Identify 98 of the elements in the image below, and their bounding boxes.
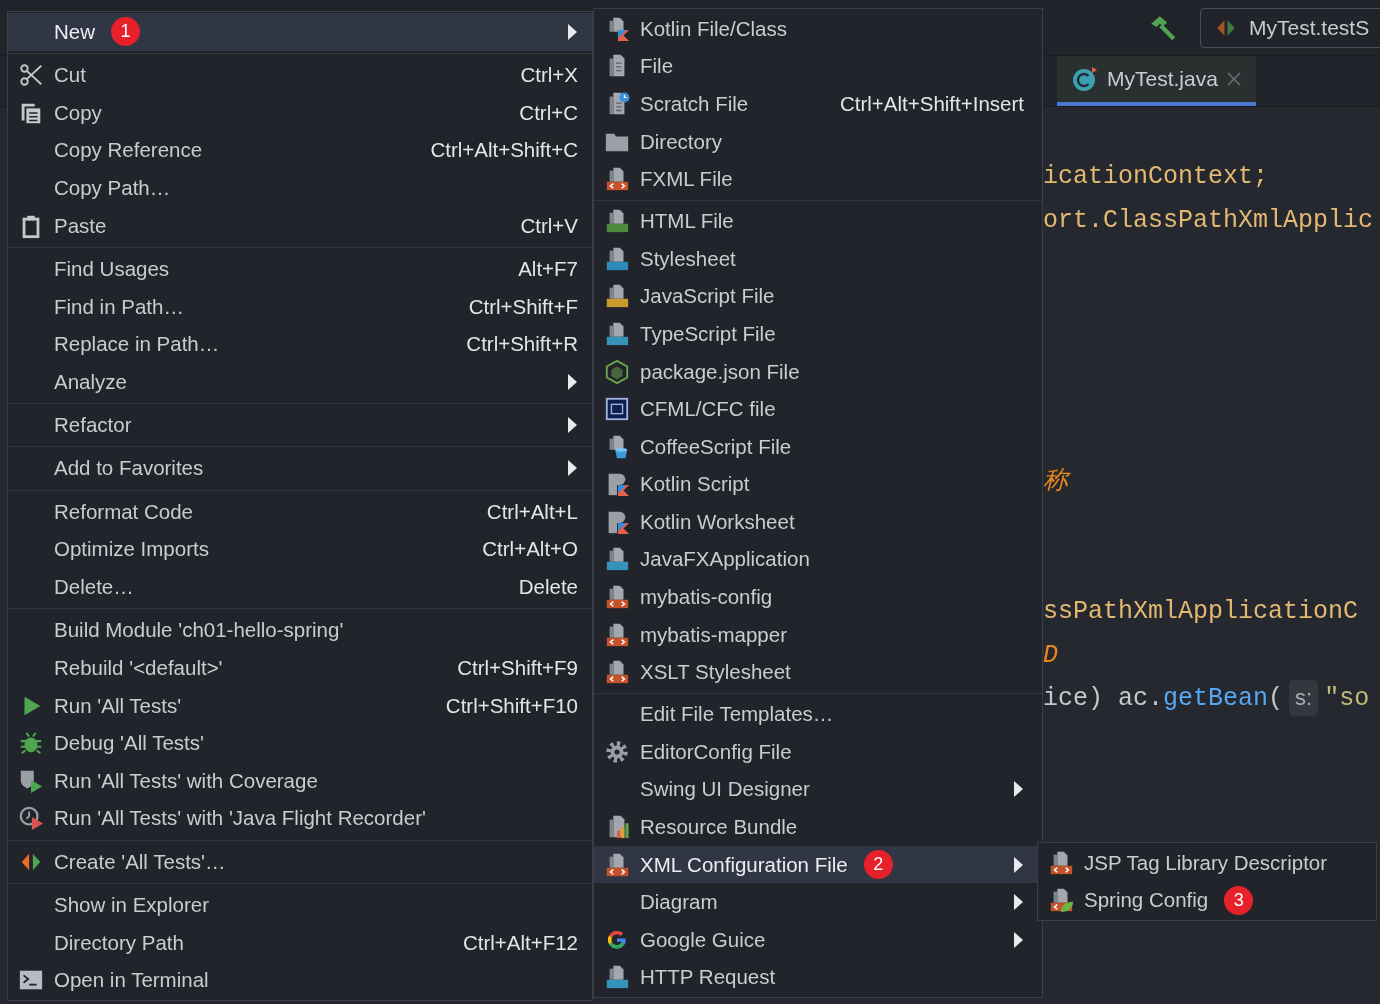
menu-item[interactable]: Cut Ctrl+X	[8, 56, 592, 94]
class-icon	[1071, 65, 1099, 93]
menu-item[interactable]: Find Usages Alt+F7	[8, 250, 592, 288]
css-file-icon	[604, 245, 630, 272]
spring-xml-icon	[1048, 887, 1074, 914]
menu-item[interactable]: Show in Explorer	[8, 886, 592, 924]
code-text: icationContext;	[1043, 162, 1269, 191]
clock-play-icon	[18, 805, 44, 832]
menu-item[interactable]: Add to Favorites	[8, 449, 592, 488]
menu-item[interactable]: Open in Terminal	[8, 961, 592, 1000]
menu-item[interactable]: Kotlin Worksheet	[594, 503, 1042, 541]
hexagon-icon	[604, 358, 630, 385]
parameter-hint: s:	[1289, 680, 1319, 716]
javafx-file-icon	[604, 546, 630, 573]
menu-item[interactable]: Google Guice	[594, 921, 1042, 959]
shortcut-text: Ctrl+Alt+Shift+C	[430, 138, 578, 163]
code-text: getBean	[1163, 684, 1269, 713]
html-file-icon	[604, 208, 630, 235]
shortcut-text: Delete	[518, 575, 578, 599]
shortcut-text: Ctrl+Alt+F12	[462, 930, 578, 955]
shortcut-text: Ctrl+Alt+Shift+Insert	[840, 92, 1024, 116]
menu-item[interactable]: Find in Path… Ctrl+Shift+F	[8, 287, 592, 326]
shortcut-text: Ctrl+X	[520, 63, 578, 88]
scissors-icon	[18, 62, 44, 89]
code-text: (	[1268, 684, 1284, 713]
menu-item[interactable]: Kotlin Script	[594, 465, 1042, 504]
menu-item[interactable]: Delete… Delete	[8, 568, 592, 606]
number-badge: 2	[863, 850, 893, 880]
menu-item[interactable]: Run 'All Tests' with Coverage	[8, 761, 592, 800]
menu-item[interactable]: CFML/CFC file	[594, 390, 1042, 428]
menu-item[interactable]: Analyze	[8, 362, 592, 401]
menu-item[interactable]: CoffeeScript File	[594, 427, 1042, 466]
menu-item[interactable]: Directory	[594, 122, 1042, 161]
menu-item[interactable]: mybatis-config	[594, 578, 1042, 616]
menu-item[interactable]: Kotlin File/Class	[594, 10, 1042, 48]
xml-file-icon	[604, 851, 630, 878]
menu-item[interactable]: mybatis-mapper	[594, 615, 1042, 654]
shortcut-text: Ctrl+Shift+F10	[445, 693, 578, 718]
xml-file-icon	[604, 621, 630, 648]
bug-icon	[18, 730, 44, 757]
menu-item[interactable]: Create 'All Tests'…	[8, 842, 592, 881]
menu-item[interactable]: HTML File	[594, 202, 1042, 240]
menu-item[interactable]: Debug 'All Tests'	[8, 724, 592, 762]
shortcut-text: Ctrl+Shift+F	[468, 294, 578, 319]
code-text: D	[1043, 640, 1058, 670]
menu-item[interactable]: Replace in Path… Ctrl+Shift+R	[8, 325, 592, 363]
number-badge: 1	[111, 17, 140, 47]
menu-item[interactable]: Reformat Code Ctrl+Alt+L	[8, 493, 592, 531]
menu-item[interactable]: Copy Path…	[8, 169, 592, 207]
menu-item[interactable]: Swing UI Designer	[594, 770, 1042, 809]
menu-item[interactable]: Paste Ctrl+V	[8, 206, 592, 245]
menu-item[interactable]: New 1	[8, 13, 592, 51]
menu-item[interactable]: Directory Path Ctrl+Alt+F12	[8, 923, 592, 962]
shortcut-text: Ctrl+Alt+L	[486, 499, 578, 524]
run-configuration-selector[interactable]: MyTest.testS	[1200, 7, 1380, 48]
menu-item[interactable]: Edit File Templates…	[594, 695, 1042, 734]
code-text: "so	[1324, 684, 1370, 713]
menu-item[interactable]: Refactor	[8, 406, 592, 444]
menu-item[interactable]: JavaFXApplication	[594, 540, 1042, 579]
menu-item[interactable]: package.json File	[594, 352, 1042, 391]
menu-item[interactable]: Scratch File Ctrl+Alt+Shift+Insert	[594, 85, 1042, 123]
xml-file-icon	[604, 659, 630, 686]
menu-item[interactable]: File	[594, 47, 1042, 86]
number-badge: 3	[1224, 885, 1254, 915]
js-file-icon	[604, 283, 630, 310]
menu-item[interactable]: Copy Reference Ctrl+Alt+Shift+C	[8, 131, 592, 170]
code-text: ice) ac.	[1043, 684, 1164, 713]
menu-item[interactable]: Run 'All Tests' with 'Java Flight Recorder'	[8, 799, 592, 838]
close-icon	[1225, 71, 1242, 87]
xml-file-icon	[604, 584, 630, 611]
menu-item[interactable]: Build Module 'ch01-hello-spring'	[8, 611, 592, 650]
xml-file-icon	[1048, 849, 1074, 876]
square-icon	[604, 396, 630, 423]
menu-item[interactable]: FXML File	[594, 160, 1042, 198]
code-text: ort.ClassPathXmlApplic	[1043, 205, 1374, 235]
gear-icon	[604, 738, 630, 765]
editor-tab[interactable]: MyTest.java	[1057, 56, 1256, 106]
shortcut-text: Ctrl+C	[519, 100, 578, 125]
code-text: ssPathXmlApplicationC	[1043, 597, 1359, 626]
xml-file-icon	[604, 166, 630, 193]
shortcut-text: Ctrl+V	[520, 213, 578, 238]
menu-item[interactable]: Copy Ctrl+C	[8, 93, 592, 132]
api-file-icon	[604, 964, 630, 991]
menu-item[interactable]: Optimize Imports Ctrl+Alt+O	[8, 530, 592, 569]
menu-item[interactable]: Run 'All Tests' Ctrl+Shift+F10	[8, 686, 592, 725]
shortcut-text: Ctrl+Alt+O	[482, 537, 578, 562]
menu-item[interactable]: HTTP Request	[594, 958, 1042, 997]
menu-item[interactable]: JavaScript File	[594, 277, 1042, 316]
menu-item[interactable]: XSLT Stylesheet	[594, 653, 1042, 692]
menu-item[interactable]: Resource Bundle	[594, 808, 1042, 846]
menu-item[interactable]: EditorConfig File	[594, 733, 1042, 771]
menu-item[interactable]: TypeScript File	[594, 315, 1042, 353]
shortcut-text: Ctrl+Shift+F9	[457, 656, 578, 680]
ts-file-icon	[604, 320, 630, 347]
menu-item[interactable]: Rebuild '<default>' Ctrl+Shift+F9	[8, 649, 592, 687]
menu-item[interactable]: Stylesheet	[594, 239, 1042, 278]
shortcut-text: Alt+F7	[518, 256, 578, 281]
shortcut-text: Ctrl+Shift+R	[466, 332, 578, 357]
